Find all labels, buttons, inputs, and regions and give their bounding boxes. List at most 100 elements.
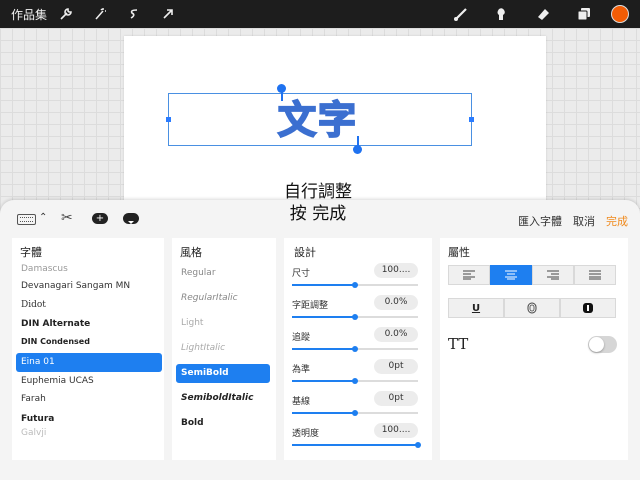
style-item-selected[interactable]: SemiBold xyxy=(176,364,270,383)
import-font-button[interactable]: 匯入字體 xyxy=(518,213,562,229)
design-slider[interactable] xyxy=(292,282,418,288)
brush-icon[interactable] xyxy=(451,4,471,24)
color-swatch[interactable] xyxy=(611,5,629,23)
design-slider[interactable] xyxy=(292,442,421,448)
toggle-knob xyxy=(589,337,604,352)
design-label: 為準 xyxy=(292,365,311,375)
design-slider-fill xyxy=(292,284,355,286)
design-row: 追蹤 0.0% xyxy=(292,327,418,360)
selection-handle-start[interactable] xyxy=(277,84,286,93)
outline-button[interactable] xyxy=(504,298,560,318)
font-item[interactable]: Didot xyxy=(16,296,162,315)
instruction-line-1: 自行調整 xyxy=(284,182,352,202)
gallery-button[interactable]: 作品集 xyxy=(11,6,47,23)
design-slider[interactable] xyxy=(292,410,418,416)
design-value-field[interactable]: 100.... xyxy=(374,263,418,278)
wrench-icon[interactable] xyxy=(56,4,76,24)
font-list-title: 字體 xyxy=(20,246,42,259)
resize-handle-right[interactable] xyxy=(469,117,474,122)
text-edit-panel: ⌃ ✂ + 匯入字體 取消 完成 字體 Damascus Devanagari … xyxy=(0,200,640,480)
add-icon[interactable]: + xyxy=(92,213,108,224)
resize-handle-left[interactable] xyxy=(166,117,171,122)
magic-wand-icon[interactable] xyxy=(90,4,110,24)
style-item[interactable]: LightItalic xyxy=(176,339,270,358)
design-row: 字距調整 0.0% xyxy=(292,295,418,328)
design-value-field[interactable]: 100.... xyxy=(374,423,418,438)
design-value-field[interactable]: 0pt xyxy=(374,391,418,406)
style-item[interactable]: Light xyxy=(176,314,270,333)
design-slider[interactable] xyxy=(292,378,418,384)
chevron-down-icon[interactable] xyxy=(123,213,139,224)
design-slider-fill xyxy=(292,316,355,318)
font-item[interactable]: Euphemia UCAS xyxy=(16,372,162,391)
chevron-up-icon[interactable]: ⌃ xyxy=(39,212,47,223)
keyboard-icon[interactable] xyxy=(17,214,36,225)
design-label: 基線 xyxy=(292,397,311,407)
design-row: 尺寸 100.... xyxy=(292,263,418,296)
design-slider-fill xyxy=(292,348,355,350)
design-slider-fill xyxy=(292,412,355,414)
design-label: 字距調整 xyxy=(292,301,329,311)
font-item[interactable]: DIN Condensed xyxy=(16,332,162,351)
style-item[interactable]: RegularItalic xyxy=(176,289,270,308)
selection-handle-end[interactable] xyxy=(353,145,362,154)
done-button[interactable]: 完成 xyxy=(606,213,628,229)
font-item-selected[interactable]: Eina 01 xyxy=(16,353,162,372)
design-slider-knob[interactable] xyxy=(415,442,421,448)
design-row: 基線 0pt xyxy=(292,391,418,424)
design-slider-fill xyxy=(292,444,418,446)
design-row: 為準 0pt xyxy=(292,359,418,392)
align-left-icon xyxy=(463,270,475,280)
outline-style-button[interactable] xyxy=(560,298,616,318)
style-item[interactable]: SemiboldItalic xyxy=(176,389,270,408)
design-slider[interactable] xyxy=(292,314,418,320)
scissors-icon[interactable]: ✂ xyxy=(61,210,73,226)
align-right-icon xyxy=(547,270,559,280)
underline-button[interactable]: U xyxy=(448,298,504,318)
style-list-title: 風格 xyxy=(180,246,202,259)
align-right-button[interactable] xyxy=(532,265,574,285)
design-value-field[interactable]: 0pt xyxy=(374,359,418,374)
smudge-icon[interactable] xyxy=(491,4,511,24)
outline-icon xyxy=(527,302,537,314)
design-slider-knob[interactable] xyxy=(352,314,358,320)
font-item[interactable]: Galvji xyxy=(16,428,162,438)
design-value-field[interactable]: 0.0% xyxy=(374,327,418,342)
align-justify-button[interactable] xyxy=(574,265,616,285)
font-item[interactable]: Futura xyxy=(16,410,162,429)
transform-arrow-icon[interactable] xyxy=(158,4,178,24)
design-slider-knob[interactable] xyxy=(352,282,358,288)
font-item[interactable]: Farah xyxy=(16,390,162,409)
style-list: 風格 Regular RegularItalic Light LightItal… xyxy=(172,238,276,460)
outline-fill-icon xyxy=(583,303,593,313)
design-value-field[interactable]: 0.0% xyxy=(374,295,418,310)
design-panel: 設計 尺寸 100.... 字距調整 0.0% 追蹤 0.0% 為準 0pt 基線 0pt 透明度 1… xyxy=(284,238,432,460)
design-slider-knob[interactable] xyxy=(352,410,358,416)
canvas-text[interactable]: 文字 xyxy=(277,96,358,144)
style-item[interactable]: Bold xyxy=(176,414,270,433)
font-list: 字體 Damascus Devanagari Sangam MN Didot D… xyxy=(12,238,164,460)
design-label: 追蹤 xyxy=(292,333,311,343)
design-row: 透明度 100.... xyxy=(292,423,421,456)
design-title: 設計 xyxy=(294,246,316,259)
style-item[interactable]: Regular xyxy=(176,264,270,283)
align-center-button[interactable] xyxy=(490,265,532,285)
design-slider-fill xyxy=(292,380,355,382)
underline-icon: U xyxy=(471,302,481,314)
selection-icon[interactable] xyxy=(124,4,144,24)
instruction-text: 自行調整 按 完成 xyxy=(250,181,386,225)
align-justify-icon xyxy=(589,270,601,280)
layers-icon[interactable] xyxy=(574,4,594,24)
instruction-line-2: 按 完成 xyxy=(289,204,347,224)
cancel-button[interactable]: 取消 xyxy=(573,213,595,229)
design-slider-knob[interactable] xyxy=(352,346,358,352)
design-label: 尺寸 xyxy=(292,269,311,279)
design-slider-knob[interactable] xyxy=(352,378,358,384)
all-caps-toggle[interactable] xyxy=(588,336,617,353)
font-item[interactable]: Devanagari Sangam MN xyxy=(16,277,162,296)
top-toolbar: 作品集 xyxy=(0,0,640,28)
attributes-title: 屬性 xyxy=(448,246,470,259)
align-left-button[interactable] xyxy=(448,265,490,285)
eraser-icon[interactable] xyxy=(533,4,553,24)
design-slider[interactable] xyxy=(292,346,418,352)
